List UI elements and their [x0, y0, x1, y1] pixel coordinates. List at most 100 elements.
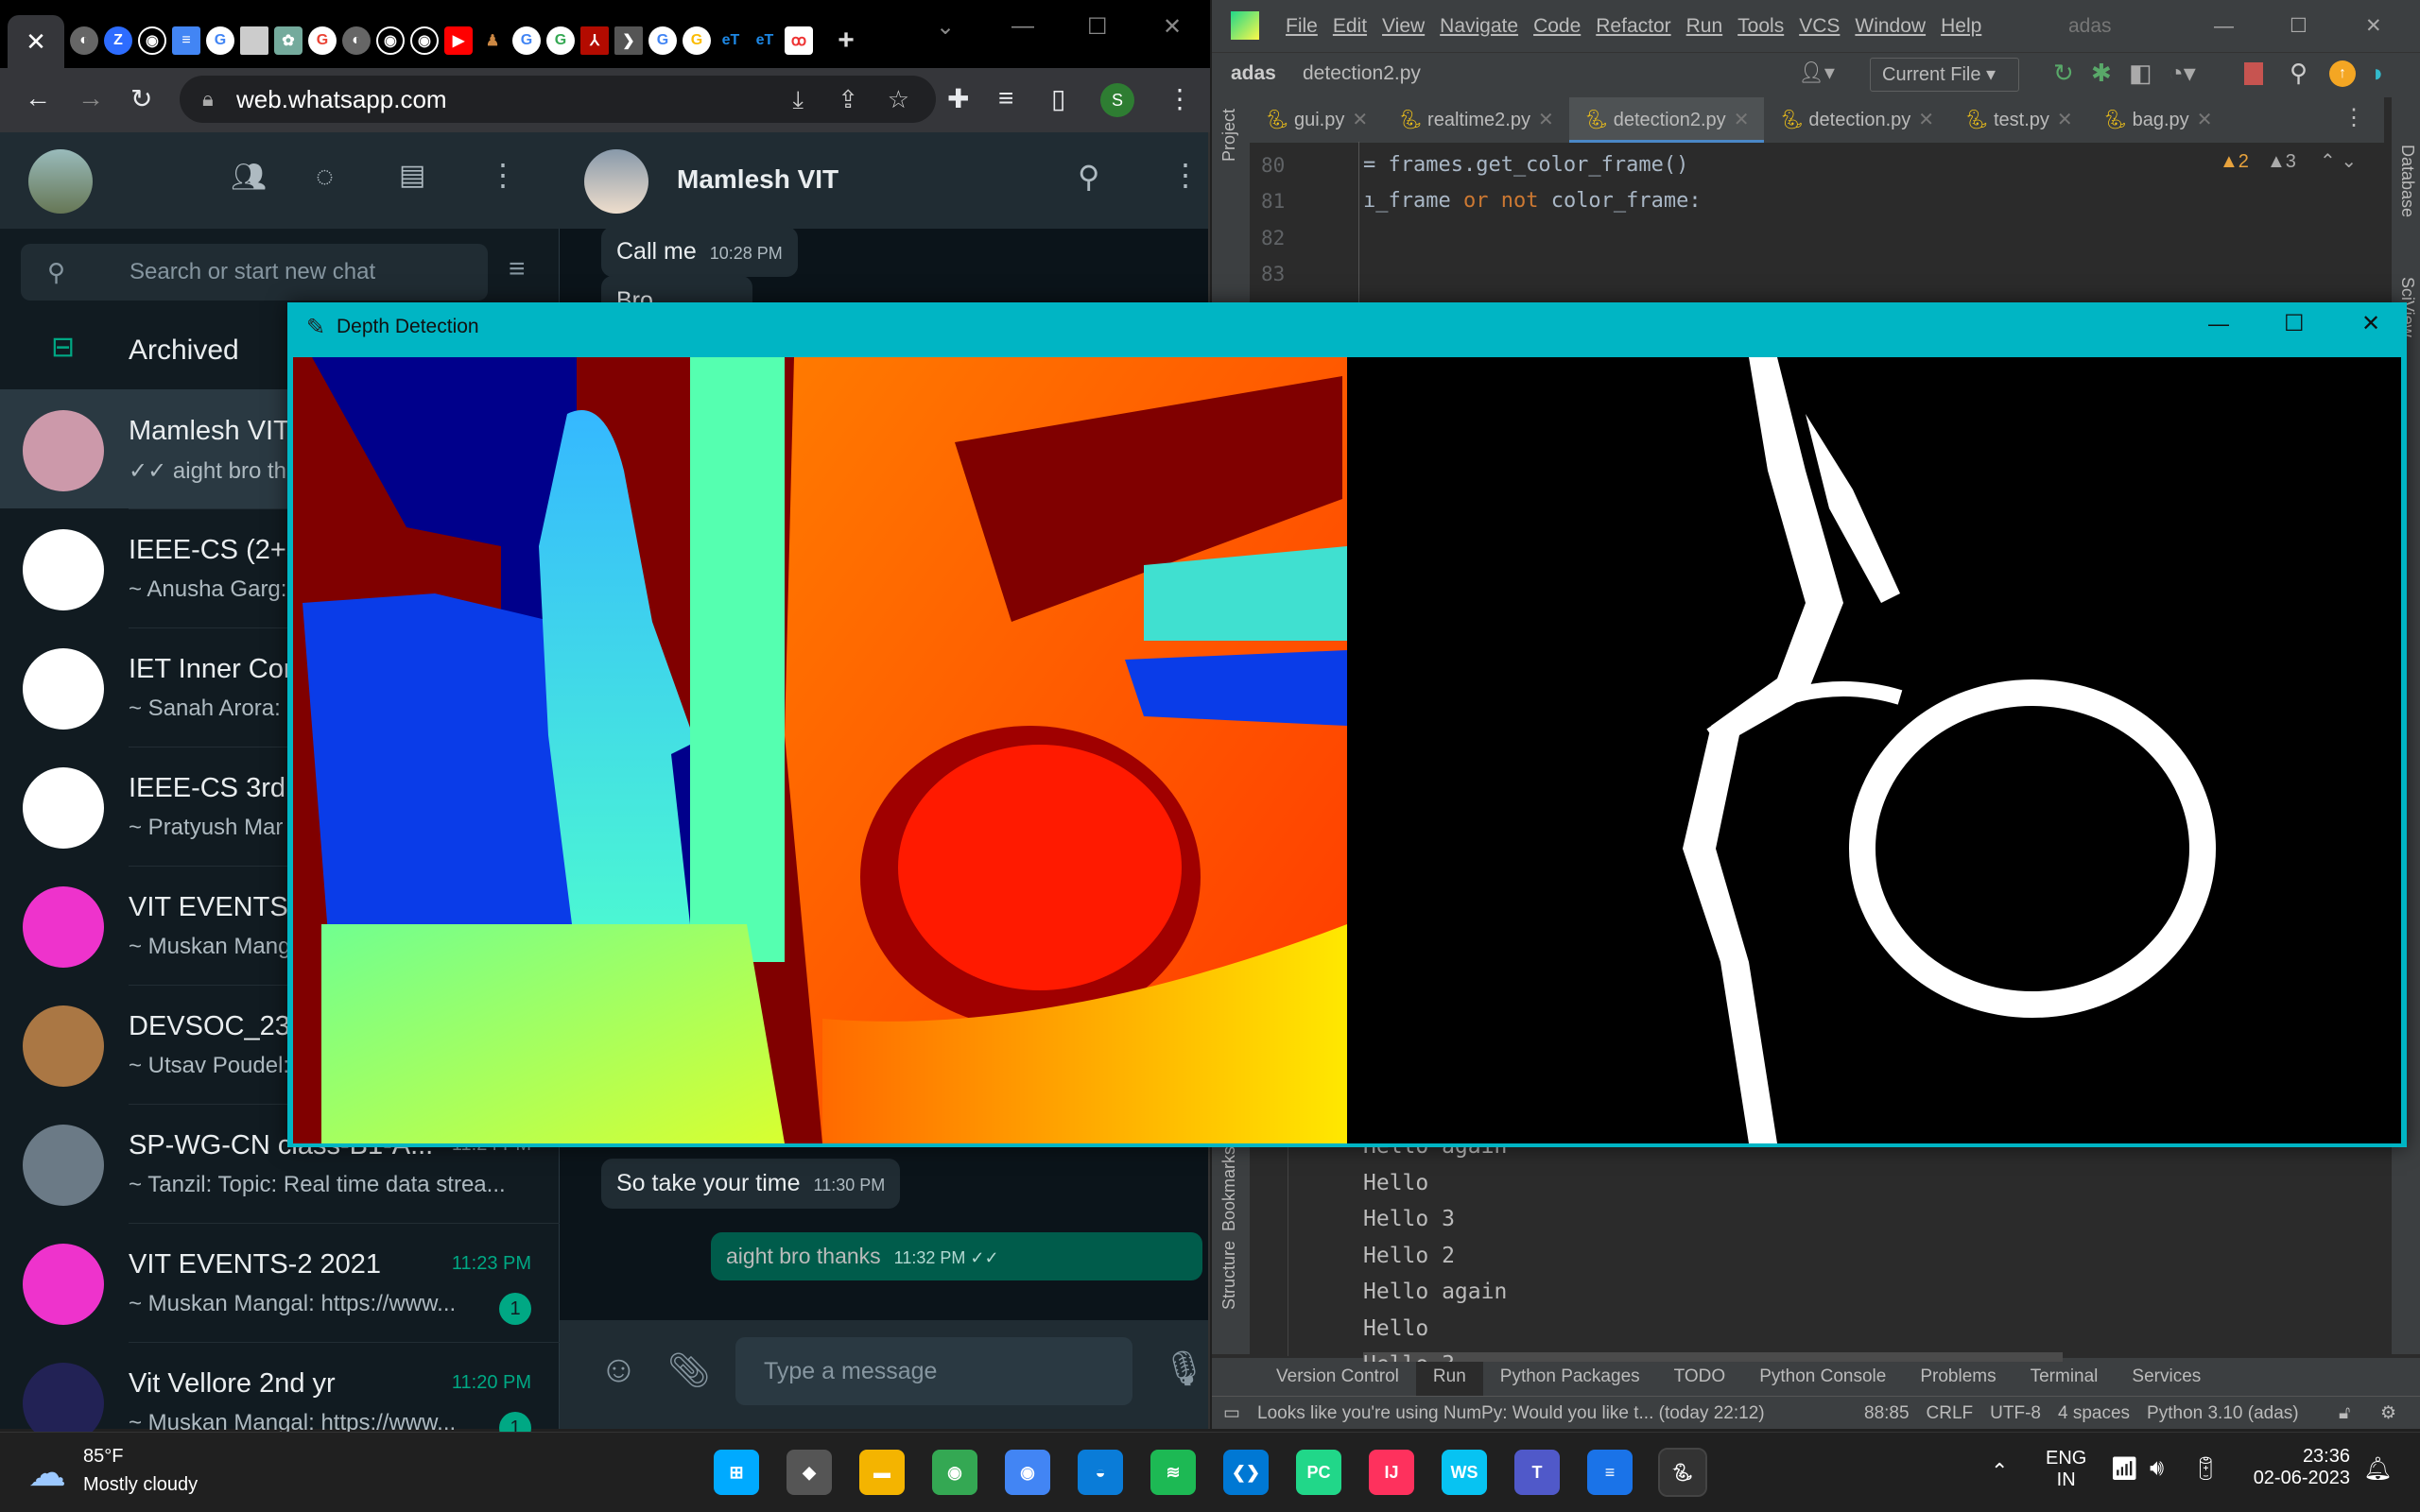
debug-icon[interactable]: ✱	[2091, 59, 2112, 88]
minimize-button[interactable]: —	[1011, 13, 1034, 40]
media-control-icon[interactable]: ≡	[998, 83, 1013, 113]
search-icon[interactable]: ⚲	[2290, 59, 2308, 88]
tab-globe-icon[interactable]: ◐	[70, 26, 98, 55]
menu-run[interactable]: Run	[1686, 0, 1723, 52]
tool-window-python-packages[interactable]: Python Packages	[1483, 1358, 1657, 1396]
microphone-icon[interactable]: 🎙︎	[1163, 1349, 1206, 1388]
tab-close-icon[interactable]: ✕	[1538, 110, 1554, 130]
tab-arrow-icon[interactable]: ❯	[614, 26, 643, 55]
profile-avatar[interactable]: S	[1100, 83, 1134, 117]
side-panel-icon[interactable]: ▯	[1051, 83, 1065, 114]
attach-icon[interactable]: 📎︎	[667, 1350, 711, 1390]
tab-google-icon[interactable]: G	[648, 26, 677, 55]
tab-close-icon[interactable]: ✕	[2197, 110, 2213, 130]
menu-code[interactable]: Code	[1533, 0, 1581, 52]
taskbar-app-intellij-idea[interactable]: IJ	[1369, 1450, 1414, 1495]
tool-window-run[interactable]: Run	[1415, 1358, 1483, 1396]
tab-youtube-icon[interactable]: ▶	[444, 26, 473, 55]
new-chat-icon[interactable]: ▤	[399, 159, 425, 192]
address-bar[interactable]: 🔒︎ web.whatsapp.com ⤓ ⇪ ☆	[180, 76, 936, 123]
close-button[interactable]: ✕	[1163, 13, 1182, 41]
tabs-more-icon[interactable]: ⋮	[2342, 104, 2365, 131]
editor-tab[interactable]: 🐍︎ bag.py ✕	[2088, 97, 2228, 143]
weather-cloud-icon[interactable]: ☁	[28, 1452, 66, 1495]
profile-icon[interactable]: ◔▾	[2169, 59, 2196, 88]
minimize-button[interactable]: —	[2214, 0, 2234, 52]
editor-tab[interactable]: 🐍︎ test.py ✕	[1949, 97, 2088, 143]
weak-warning-count[interactable]: ▲3	[2267, 151, 2296, 173]
stop-icon[interactable]	[2244, 62, 2263, 85]
weather-temperature[interactable]: 85°F	[83, 1446, 123, 1468]
tool-database[interactable]: Database	[2397, 145, 2417, 217]
tab-github-icon[interactable]: ◉	[376, 26, 405, 55]
taskbar-app-teams[interactable]: T	[1514, 1450, 1560, 1495]
taskbar-app-file-explorer[interactable]: ▬	[859, 1450, 905, 1495]
update-icon[interactable]: ↑	[2329, 60, 2356, 87]
tool-window-services[interactable]: Services	[2115, 1358, 2218, 1396]
code-line[interactable]: ı_frame or not color_frame:	[1363, 189, 1702, 213]
volume-icon[interactable]: 🔊︎	[2150, 1455, 2164, 1482]
menu-edit[interactable]: Edit	[1333, 0, 1367, 52]
tool-bookmarks[interactable]: Bookmarks	[1219, 1146, 1239, 1231]
editor-tab[interactable]: 🐍︎ detection.py ✕	[1764, 97, 1949, 143]
breadcrumb-file[interactable]: detection2.py	[1303, 62, 1421, 85]
menu-icon[interactable]: ⋮	[1170, 157, 1201, 193]
bookmark-star-icon[interactable]: ☆	[888, 76, 909, 123]
maximize-button[interactable]: ☐	[1087, 13, 1108, 41]
editor-tab[interactable]: 🐍︎ gui.py ✕	[1250, 97, 1383, 143]
taskbar-app-webstorm[interactable]: WS	[1442, 1450, 1487, 1495]
tool-structure[interactable]: Structure	[1219, 1241, 1239, 1310]
user-icon[interactable]: 👤︎▾	[1798, 60, 1835, 85]
battery-icon[interactable]: 🔋︎	[2191, 1455, 2220, 1483]
maximize-button[interactable]: ☐	[2290, 0, 2308, 52]
taskbar-app-chrome-s-[interactable]: ◉	[932, 1450, 977, 1495]
editor-tab[interactable]: 🐍︎ detection2.py ✕	[1568, 97, 1765, 143]
taskbar-app-notepad[interactable]: ≡	[1587, 1450, 1633, 1495]
tab-chatgpt-icon[interactable]: ✿	[274, 26, 302, 55]
status-item[interactable]: 88:85	[1864, 1397, 1910, 1430]
notifications-icon[interactable]: 🔔︎	[2363, 1455, 2392, 1483]
breadcrumb-project[interactable]: adas	[1231, 62, 1276, 85]
status-message[interactable]: Looks like you're using NumPy: Would you…	[1257, 1397, 1765, 1430]
tab-globe-icon[interactable]: ◐	[342, 26, 371, 55]
browser-menu-icon[interactable]: ⋮	[1167, 83, 1193, 114]
readonly-lock-icon[interactable]: 🔓︎	[2339, 1397, 2350, 1430]
status-icon[interactable]: ◌	[316, 159, 334, 194]
tab-docs-icon[interactable]: ≡	[172, 26, 200, 55]
filter-icon[interactable]: ≡	[509, 253, 526, 285]
tab-app-icon[interactable]: ꝏ	[785, 26, 813, 55]
reload-icon[interactable]: ↻	[130, 83, 152, 114]
tab-google-icon[interactable]: G	[512, 26, 541, 55]
menu-file[interactable]: File	[1286, 0, 1318, 52]
status-item[interactable]: 4 spaces	[2058, 1397, 2130, 1430]
tab-google-icon[interactable]: G	[683, 26, 711, 55]
taskbar-app-spotify[interactable]: ≋	[1150, 1450, 1196, 1495]
contact-avatar[interactable]	[584, 149, 648, 214]
menu-help[interactable]: Help	[1941, 0, 1981, 52]
notification-icon[interactable]: ▭	[1223, 1397, 1240, 1430]
forward-icon[interactable]: →	[78, 83, 104, 113]
prev-next-highlight-icon[interactable]: ⌃ ⌄	[2320, 149, 2357, 173]
menu-vcs[interactable]: VCS	[1799, 0, 1840, 52]
install-icon[interactable]: ⤓	[793, 76, 804, 123]
tab-close-icon[interactable]: ✕	[8, 15, 64, 68]
taskbar-app-start[interactable]: ⊞	[714, 1450, 759, 1495]
extensions-icon[interactable]: ✚	[947, 83, 969, 114]
status-item[interactable]: CRLF	[1927, 1397, 1974, 1430]
tab-close-icon[interactable]: ✕	[1352, 110, 1368, 130]
tool-window-python-console[interactable]: Python Console	[1742, 1358, 1903, 1396]
rerun-icon[interactable]: ↻	[2053, 59, 2074, 88]
coverage-icon[interactable]: ◧	[2129, 59, 2152, 88]
tool-window-version-control[interactable]: Version Control	[1259, 1358, 1416, 1396]
tool-window-terminal[interactable]: Terminal	[2014, 1358, 2116, 1396]
tab-et-icon[interactable]: eT	[751, 26, 779, 55]
menu-window[interactable]: Window	[1855, 0, 1926, 52]
taskbar-app-edge[interactable]: ◒	[1078, 1450, 1123, 1495]
tab-pdf-icon[interactable]: ⅄	[580, 26, 609, 55]
tab-zoom-icon[interactable]: Z	[104, 26, 132, 55]
inspection-icon[interactable]: ⚙	[2380, 1397, 2396, 1430]
tab-close-icon[interactable]: ✕	[1918, 110, 1934, 130]
status-item[interactable]: UTF-8	[1990, 1397, 2041, 1430]
code-line[interactable]: = frames.get_color_frame()	[1363, 153, 1688, 177]
taskbar-app-python[interactable]: 🐍︎	[1658, 1448, 1707, 1497]
